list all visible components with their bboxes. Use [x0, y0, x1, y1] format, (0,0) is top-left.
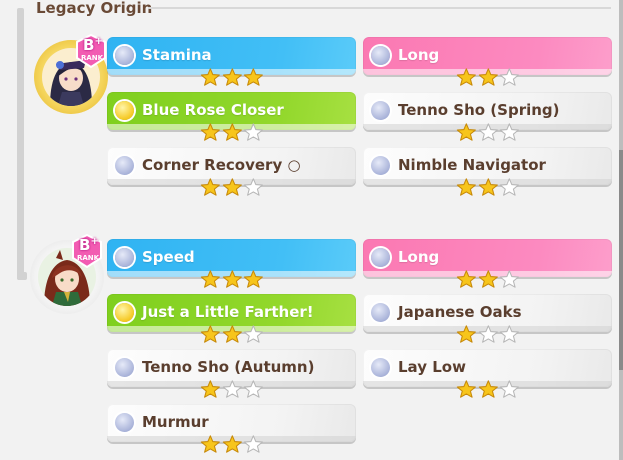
star-filled-icon — [222, 178, 242, 196]
silver-spark-icon — [371, 358, 390, 377]
gold-spark-icon — [115, 101, 134, 120]
spark-label: Lay Low — [398, 358, 466, 376]
star-rating — [200, 270, 264, 288]
silver-spark-icon — [115, 46, 134, 65]
star-empty-icon — [244, 435, 264, 453]
spark-label: Speed — [142, 248, 195, 266]
star-filled-icon — [456, 380, 476, 398]
gold-spark-icon — [115, 303, 134, 322]
star-filled-icon — [200, 435, 220, 453]
legacy-tree-connector-foot — [17, 272, 27, 280]
star-filled-icon — [244, 270, 264, 288]
rank-sub-label: RANK — [77, 254, 100, 262]
spark-label: Long — [398, 46, 440, 64]
star-empty-icon — [244, 380, 264, 398]
star-rating — [200, 325, 264, 343]
star-rating — [456, 325, 520, 343]
silver-spark-icon — [371, 101, 390, 120]
star-filled-icon — [478, 178, 498, 196]
star-filled-icon — [478, 68, 498, 86]
silver-spark-icon — [115, 413, 134, 432]
silver-spark-icon — [115, 156, 134, 175]
silver-spark-icon — [371, 156, 390, 175]
star-filled-icon — [456, 68, 476, 86]
star-empty-icon — [500, 380, 520, 398]
star-filled-icon — [456, 123, 476, 141]
star-filled-icon — [200, 178, 220, 196]
section-title: Legacy Origin — [36, 0, 153, 17]
legacy-tree-connector — [17, 8, 24, 280]
star-rating — [456, 178, 520, 196]
star-filled-icon — [478, 270, 498, 288]
star-empty-icon — [244, 123, 264, 141]
star-filled-icon — [456, 270, 476, 288]
spark-label: Just a Little Farther! — [142, 303, 314, 321]
star-empty-icon — [500, 270, 520, 288]
star-filled-icon — [222, 123, 242, 141]
silver-spark-icon — [115, 248, 134, 267]
star-empty-icon — [500, 325, 520, 343]
star-rating — [456, 270, 520, 288]
spark-label: Tenno Sho (Autumn) — [142, 358, 315, 376]
silver-spark-icon — [371, 303, 390, 322]
star-empty-icon — [500, 68, 520, 86]
spark-label: Blue Rose Closer — [142, 101, 284, 119]
rank-letter: B+ — [79, 236, 99, 254]
parent-portrait-2[interactable]: B+ RANK — [30, 234, 108, 314]
star-filled-icon — [456, 178, 476, 196]
star-filled-icon — [456, 325, 476, 343]
star-filled-icon — [200, 270, 220, 288]
spark-label: Long — [398, 248, 440, 266]
spark-label: Murmur — [142, 413, 209, 431]
star-rating — [200, 123, 264, 141]
star-rating — [456, 68, 520, 86]
rank-sub-label: RANK — [81, 54, 104, 62]
star-rating — [200, 435, 264, 453]
header-divider — [148, 7, 611, 9]
star-filled-icon — [222, 435, 242, 453]
section-header: Legacy Origin — [36, 0, 611, 18]
spark-label: Japanese Oaks — [398, 303, 522, 321]
star-filled-icon — [200, 68, 220, 86]
star-filled-icon — [222, 68, 242, 86]
star-rating — [200, 380, 264, 398]
star-empty-icon — [244, 178, 264, 196]
star-empty-icon — [222, 380, 242, 398]
spark-label: Corner Recovery ○ — [142, 156, 301, 174]
rank-letter: B+ — [83, 36, 103, 54]
star-filled-icon — [222, 270, 242, 288]
spark-label: Stamina — [142, 46, 212, 64]
star-filled-icon — [200, 380, 220, 398]
star-rating — [456, 380, 520, 398]
scrollbar-thumb[interactable] — [619, 150, 623, 370]
star-empty-icon — [244, 325, 264, 343]
star-rating — [456, 123, 520, 141]
star-filled-icon — [244, 68, 264, 86]
silver-spark-icon — [371, 248, 390, 267]
star-filled-icon — [478, 380, 498, 398]
star-rating — [200, 178, 264, 196]
star-empty-icon — [478, 123, 498, 141]
star-rating — [200, 68, 264, 86]
silver-spark-icon — [115, 358, 134, 377]
star-filled-icon — [222, 325, 242, 343]
star-filled-icon — [200, 325, 220, 343]
star-empty-icon — [500, 123, 520, 141]
star-filled-icon — [200, 123, 220, 141]
spark-label: Nimble Navigator — [398, 156, 546, 174]
parent-portrait-1[interactable]: B+ RANK — [34, 34, 112, 114]
star-empty-icon — [478, 325, 498, 343]
silver-spark-icon — [371, 46, 390, 65]
star-empty-icon — [500, 178, 520, 196]
spark-label: Tenno Sho (Spring) — [398, 101, 560, 119]
